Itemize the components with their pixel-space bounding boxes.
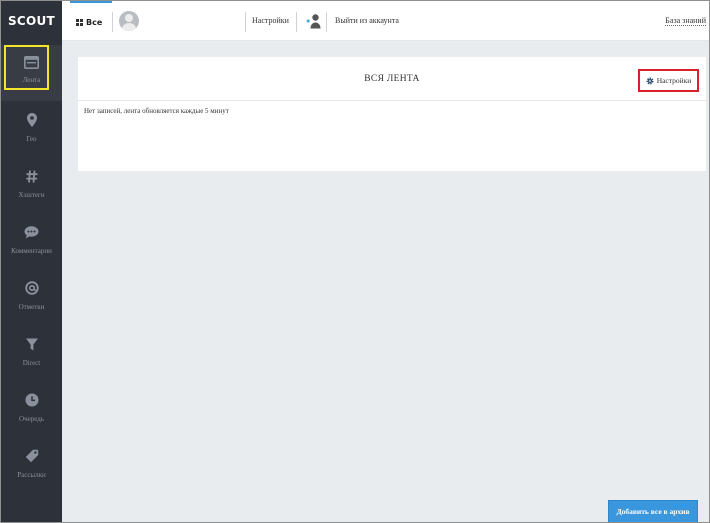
user-add-icon[interactable] bbox=[306, 13, 321, 34]
header-settings-link[interactable]: Настройки bbox=[252, 16, 289, 25]
sidebar-item-mailings[interactable]: Рассылки bbox=[1, 437, 62, 493]
empty-feed-message: Нет записей, лента обновляется каждые 5 … bbox=[84, 107, 229, 115]
top-header: Все Настройки Выйти из аккаунта База зна… bbox=[62, 1, 709, 41]
tag-icon bbox=[25, 448, 39, 464]
gear-icon bbox=[646, 77, 654, 84]
avatar[interactable] bbox=[119, 11, 139, 31]
sidebar-item-label: Рассылки bbox=[17, 471, 46, 479]
sidebar-item-queue[interactable]: Очередь bbox=[1, 381, 62, 437]
filter-funnel-icon bbox=[25, 336, 38, 352]
tab-all-label: Все bbox=[86, 17, 103, 27]
sidebar-item-hashtags[interactable]: Хэштеги bbox=[1, 157, 62, 213]
sidebar-item-comments[interactable]: Комментарии bbox=[1, 213, 62, 269]
divider bbox=[245, 12, 246, 32]
feed-card: ВСЯ ЛЕНТА Настройки Нет записей, лента о… bbox=[78, 57, 706, 171]
main-content: ВСЯ ЛЕНТА Настройки Нет записей, лента о… bbox=[62, 41, 709, 522]
logout-link[interactable]: Выйти из аккаунта bbox=[335, 16, 399, 25]
sidebar-item-feed[interactable]: Лента bbox=[1, 45, 62, 101]
tab-all[interactable]: Все bbox=[70, 1, 112, 41]
geo-pin-icon bbox=[26, 112, 37, 128]
sidebar-item-direct[interactable]: Direct bbox=[1, 325, 62, 381]
at-mention-icon bbox=[24, 280, 39, 296]
divider bbox=[112, 12, 113, 32]
feed-settings-button[interactable]: Настройки bbox=[638, 69, 699, 92]
divider bbox=[326, 12, 327, 32]
sidebar-item-label: Комментарии bbox=[11, 247, 52, 255]
archive-all-button[interactable]: Добавить все в архив bbox=[608, 500, 698, 522]
app-logo[interactable]: SCOUT bbox=[1, 1, 62, 41]
clock-icon bbox=[25, 392, 39, 408]
knowledge-base-link[interactable]: База знаний bbox=[665, 16, 706, 26]
comment-icon bbox=[24, 224, 39, 240]
sidebar-item-geo[interactable]: Гео bbox=[1, 101, 62, 157]
app-window: SCOUT Лента Гео Хэштеги Комментарии Отме… bbox=[0, 0, 710, 523]
sidebar-item-label: Гео bbox=[26, 135, 37, 143]
divider bbox=[296, 12, 297, 32]
feed-icon bbox=[24, 54, 39, 70]
hashtag-icon bbox=[25, 168, 38, 184]
sidebar-item-label: Хэштеги bbox=[18, 191, 45, 199]
sidebar-item-label: Лента bbox=[22, 76, 41, 84]
sidebar-item-label: Direct bbox=[22, 359, 41, 367]
sidebar: SCOUT Лента Гео Хэштеги Комментарии Отме… bbox=[1, 1, 62, 522]
sidebar-item-mentions[interactable]: Отметки bbox=[1, 269, 62, 325]
page-title: ВСЯ ЛЕНТА bbox=[364, 74, 420, 84]
sidebar-item-label: Отметки bbox=[18, 303, 45, 311]
sidebar-item-label: Очередь bbox=[19, 415, 44, 423]
feed-card-header: ВСЯ ЛЕНТА Настройки bbox=[78, 57, 706, 101]
grid-icon bbox=[76, 18, 83, 26]
feed-settings-label: Настройки bbox=[656, 76, 692, 85]
